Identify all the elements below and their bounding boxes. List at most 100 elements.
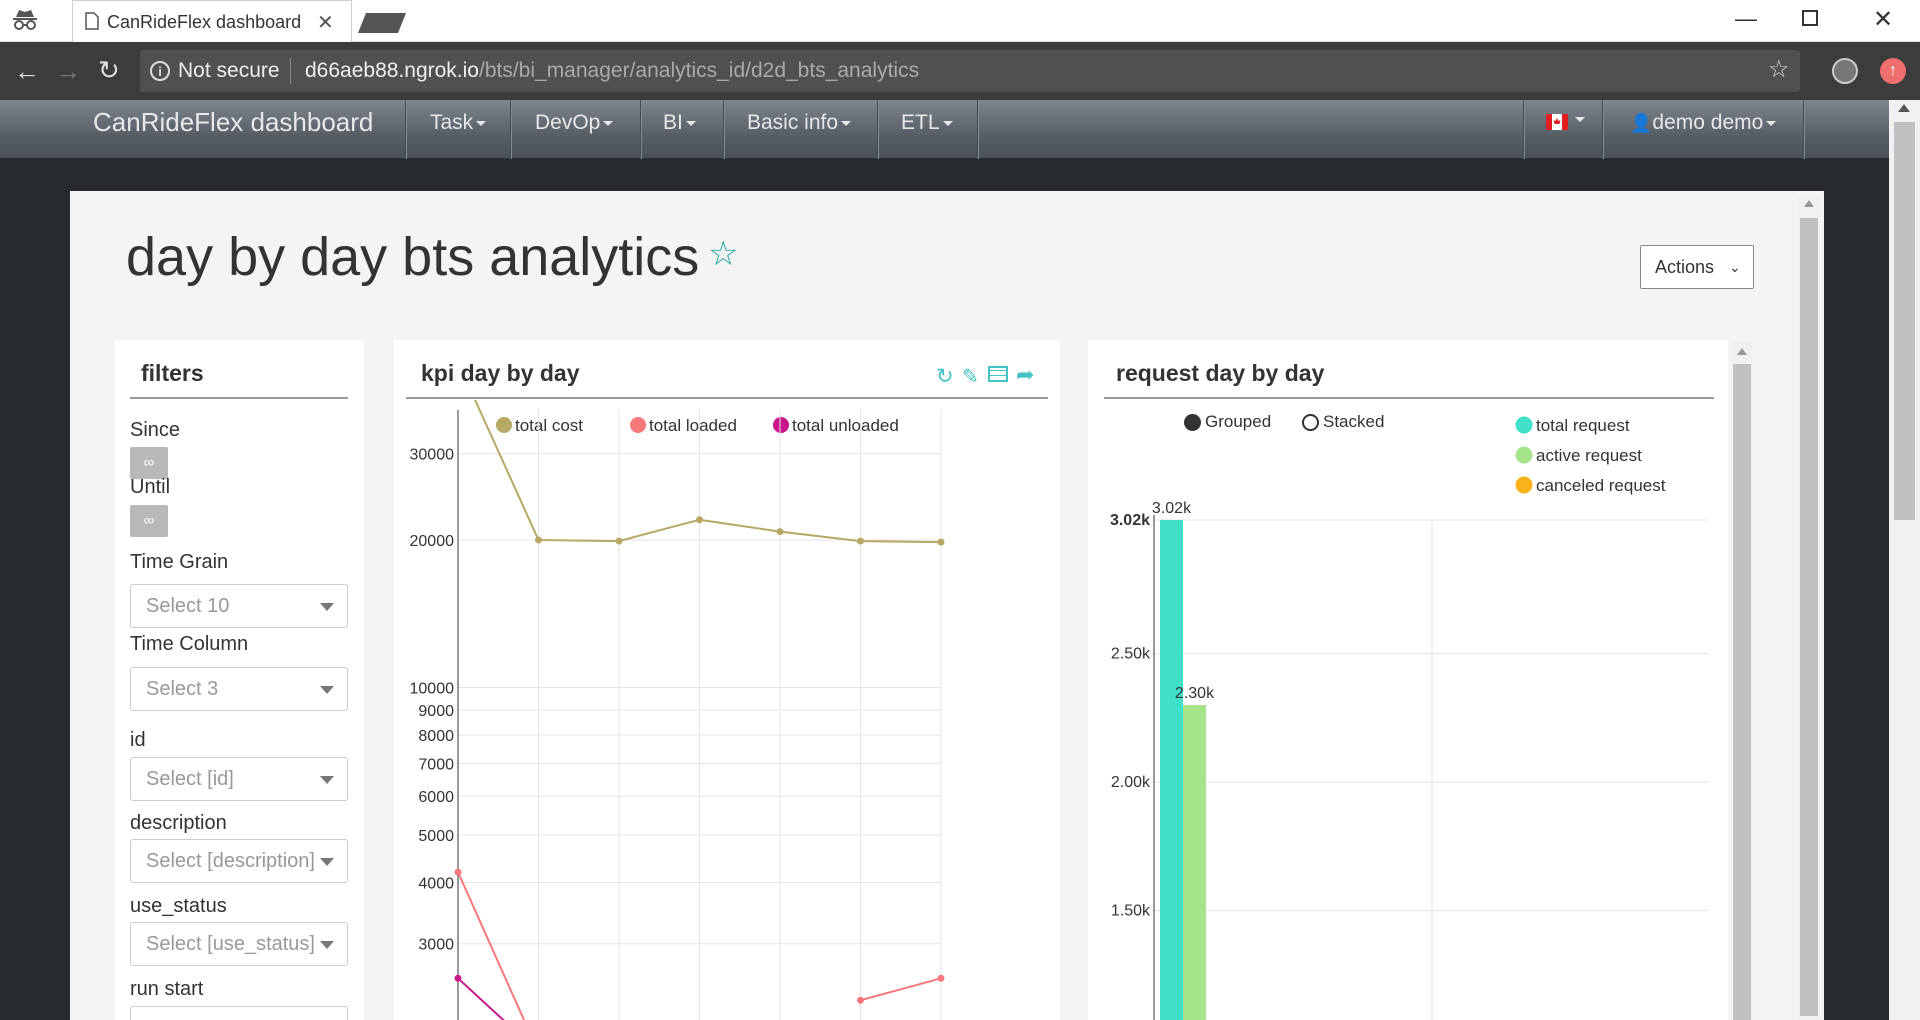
use-status-select[interactable]: Select [use_status] xyxy=(130,922,348,966)
use-status-label: use_status xyxy=(130,895,227,917)
scroll-up-arrow[interactable] xyxy=(1898,104,1910,112)
page-title: day by day bts analytics xyxy=(126,227,700,287)
kpi-panel: kpi day by day ↻ ✎ ➦ total cost total loa… xyxy=(394,340,1060,1020)
nav-etl[interactable]: ETL xyxy=(901,111,953,135)
scroll-up-arrow[interactable] xyxy=(1804,200,1814,207)
y-tick-label: 7000 xyxy=(418,756,454,773)
request-divider xyxy=(1104,397,1714,399)
scroll-up-arrow[interactable] xyxy=(1737,348,1747,355)
window-scrollbar[interactable] xyxy=(1889,100,1920,1020)
legend-dot xyxy=(1515,446,1533,464)
address-bar[interactable]: i Not secure d66aeb88.ngrok.io/bts/bi_ma… xyxy=(140,50,1800,92)
kpi-title: kpi day by day xyxy=(421,360,580,386)
legend-label: total unloaded xyxy=(792,416,899,435)
minimize-icon[interactable]: — xyxy=(1735,6,1757,32)
legend-label: total request xyxy=(1536,416,1630,435)
chevron-down-icon xyxy=(320,858,334,866)
since-label: Since xyxy=(130,419,181,441)
legend-dot xyxy=(630,417,646,433)
series-point xyxy=(857,537,864,545)
legend-dot xyxy=(1515,476,1533,494)
extension-icon[interactable] xyxy=(1832,58,1858,84)
kpi-divider xyxy=(406,397,1048,399)
close-icon[interactable]: ✕ xyxy=(317,10,334,35)
reload-icon[interactable]: ↻ xyxy=(98,55,120,86)
description-label: description xyxy=(130,812,227,834)
time-column-select[interactable]: Select 3 xyxy=(130,667,348,711)
actions-label: Actions xyxy=(1655,257,1715,277)
y-tick-label: 2.00k xyxy=(1111,774,1151,791)
chevron-down-icon xyxy=(942,120,953,126)
run-start-select[interactable] xyxy=(130,1006,348,1020)
series-point xyxy=(535,536,542,544)
bar-label: 3.02k xyxy=(1152,500,1192,517)
nav-devop-label: DevOp xyxy=(535,111,601,134)
series-point xyxy=(937,974,945,982)
brand-title[interactable]: CanRideFlex dashboard xyxy=(93,107,373,138)
nav-devop[interactable]: DevOp xyxy=(535,111,614,135)
incognito-icon xyxy=(10,8,40,32)
nav-divider xyxy=(1803,100,1804,159)
user-menu[interactable]: 👤demo demo xyxy=(1630,111,1777,135)
filters-title: filters xyxy=(141,360,204,386)
forward-icon[interactable]: → xyxy=(55,56,81,87)
legend-label: canceled request xyxy=(1536,476,1666,495)
bookmark-star-icon[interactable]: ☆ xyxy=(1768,55,1790,84)
time-column-placeholder: Select 3 xyxy=(146,678,219,700)
language-selector[interactable] xyxy=(1546,114,1586,135)
time-grain-placeholder: Select 10 xyxy=(146,595,230,617)
id-select[interactable]: Select [id] xyxy=(130,757,348,801)
scroll-thumb[interactable] xyxy=(1800,218,1818,1016)
request-chart: total request active request canceled requ… xyxy=(1110,416,1708,1020)
y-tick-label: 30000 xyxy=(410,447,455,464)
filters-divider xyxy=(130,397,348,399)
table-icon[interactable] xyxy=(988,366,1008,382)
nav-basic-info[interactable]: Basic info xyxy=(747,111,852,135)
kpi-chart: total costtotal loadedtotal unloaded4612… xyxy=(410,400,945,1020)
filters-panel: filters Since ∞ Until ∞ Time Grain Selec… xyxy=(115,340,364,1020)
card-scrollbar[interactable] xyxy=(1798,196,1820,1020)
chevron-down-icon xyxy=(841,120,852,126)
browser-tab[interactable]: CanRideFlex dashboard ✕ xyxy=(72,0,352,42)
series-line xyxy=(457,977,505,1020)
info-icon[interactable]: i xyxy=(150,61,170,81)
series-point xyxy=(615,537,623,545)
refresh-icon[interactable]: ↻ xyxy=(936,364,954,389)
restore-icon[interactable] xyxy=(1802,10,1818,26)
use-status-placeholder: Select [use_status] xyxy=(146,933,315,955)
nav-divider xyxy=(1523,100,1524,159)
nav-divider xyxy=(510,100,511,159)
update-icon[interactable]: ↑ xyxy=(1880,58,1906,84)
new-tab-button[interactable] xyxy=(358,12,408,34)
chevron-down-icon xyxy=(603,120,614,126)
time-grain-label: Time Grain xyxy=(130,551,229,573)
legend-dot xyxy=(1515,416,1533,434)
id-placeholder: Select [id] xyxy=(146,768,234,790)
favorite-star-icon[interactable]: ☆ xyxy=(708,234,738,274)
chevron-down-icon xyxy=(1766,120,1777,126)
series-point xyxy=(454,974,462,982)
nav-task[interactable]: Task xyxy=(430,111,487,135)
since-input[interactable]: ∞ xyxy=(130,447,168,479)
window-close-icon[interactable]: ✕ xyxy=(1873,5,1893,34)
description-select[interactable]: Select [description] xyxy=(130,839,348,883)
actions-button[interactable]: Actions ⌄ xyxy=(1640,245,1754,289)
back-icon[interactable]: ← xyxy=(14,56,40,87)
chevron-down-icon xyxy=(320,603,334,611)
scroll-thumb[interactable] xyxy=(1733,364,1751,1020)
y-tick-label: 6000 xyxy=(418,789,454,806)
share-icon[interactable]: ➦ xyxy=(1016,362,1034,388)
y-tick-label: 5000 xyxy=(418,828,454,845)
chevron-down-icon xyxy=(685,120,696,126)
panel-scrollbar[interactable] xyxy=(1732,342,1752,1020)
until-label: Until xyxy=(130,476,171,498)
time-grain-select[interactable]: Select 10 xyxy=(130,584,348,628)
nav-bi[interactable]: BI xyxy=(663,111,696,135)
series-point xyxy=(776,528,784,536)
nav-basic-info-label: Basic info xyxy=(747,111,839,134)
scroll-thumb[interactable] xyxy=(1894,122,1915,520)
chevron-down-icon xyxy=(320,776,334,784)
edit-icon[interactable]: ✎ xyxy=(962,364,979,389)
until-input[interactable]: ∞ xyxy=(130,505,168,537)
y-tick-label: 4000 xyxy=(418,875,454,892)
